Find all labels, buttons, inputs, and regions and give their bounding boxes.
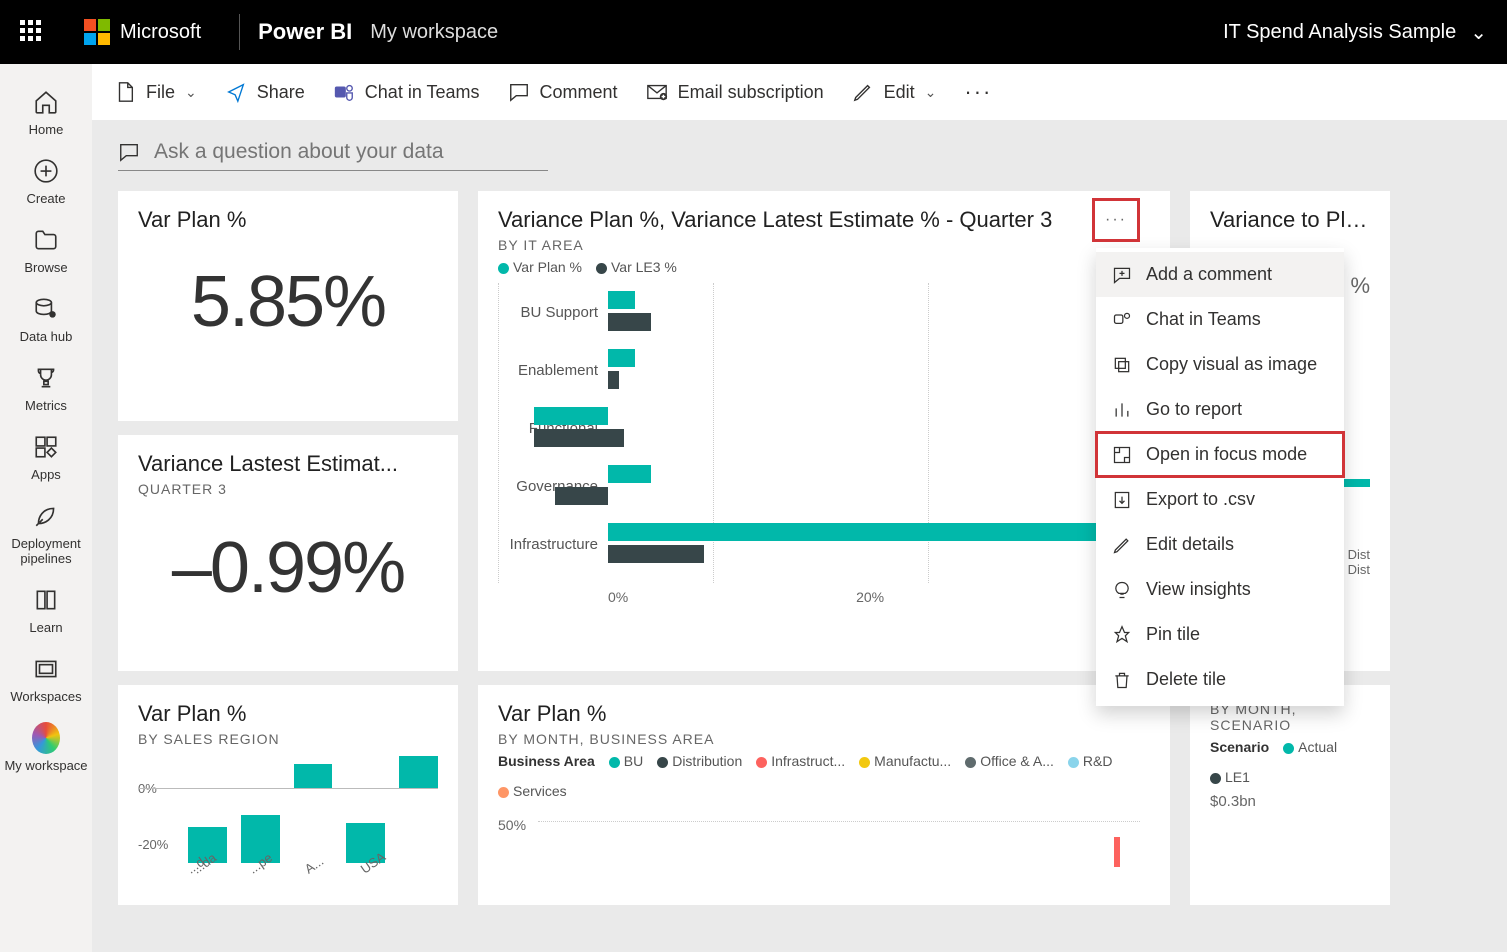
header-divider	[239, 14, 240, 50]
book-icon	[32, 586, 60, 614]
tile-title: Var Plan %	[138, 207, 438, 233]
chevron-down-icon: ⌄	[925, 84, 937, 101]
nav-create[interactable]: Create	[0, 147, 92, 216]
nav-home[interactable]: Home	[0, 78, 92, 147]
more-icon: ···	[1105, 211, 1127, 229]
chart-legend: Business Area BU Distribution Infrastruc…	[498, 753, 1150, 799]
tile-context-menu: Add a comment Chat in Teams Copy visual …	[1096, 248, 1344, 706]
nav-data-hub[interactable]: Data hub	[0, 285, 92, 354]
pin-icon	[1112, 625, 1132, 645]
tile-var-plan-month[interactable]: Var Plan % By Month, Business Area Busin…	[478, 685, 1170, 905]
tile-title: Var Plan %	[498, 701, 1150, 727]
y-axis-label: $0.3bn	[1210, 793, 1370, 810]
tile-var-plan-region[interactable]: Var Plan % By Sales Region 0% -20% ...d …	[118, 685, 458, 905]
kpi-value: 5.85%	[138, 237, 438, 373]
share-button[interactable]: Share	[225, 81, 305, 103]
chevron-down-icon: ⌄	[1470, 20, 1487, 45]
menu-pin-tile[interactable]: Pin tile	[1096, 612, 1344, 657]
tile-kpi-var-le[interactable]: Variance Lastest Estimat... Quarter 3 –0…	[118, 435, 458, 671]
column-chart: 0% -20%	[138, 753, 438, 863]
comment-icon	[508, 81, 530, 103]
pencil-icon	[852, 81, 874, 103]
trophy-icon	[32, 364, 60, 392]
home-icon	[32, 88, 60, 116]
database-icon	[32, 295, 60, 323]
menu-chat-teams[interactable]: Chat in Teams	[1096, 297, 1344, 342]
kpi-value: –0.99%	[138, 503, 438, 639]
product-label[interactable]: Power BI	[258, 19, 352, 45]
nav-browse[interactable]: Browse	[0, 216, 92, 285]
nav-apps[interactable]: Apps	[0, 423, 92, 492]
plus-circle-icon	[32, 157, 60, 185]
share-icon	[225, 81, 247, 103]
qna-input[interactable]	[154, 140, 534, 164]
nav-my-workspace[interactable]: My workspace	[0, 714, 92, 783]
menu-copy-visual[interactable]: Copy visual as image	[1096, 342, 1344, 387]
tile-more-options-button[interactable]: ···	[1092, 198, 1140, 242]
tile-title: Variance Plan %, Variance Latest Estimat…	[498, 207, 1150, 233]
menu-view-insights[interactable]: View insights	[1096, 567, 1344, 612]
copy-icon	[1112, 355, 1132, 375]
comment-icon	[118, 141, 140, 163]
chat-teams-button[interactable]: Chat in Teams	[333, 81, 480, 103]
workspace-breadcrumb[interactable]: My workspace	[370, 21, 498, 44]
tile-title: Var Plan %	[138, 701, 438, 727]
chart-legend: Scenario Actual LE1	[1210, 739, 1370, 785]
menu-delete-tile[interactable]: Delete tile	[1096, 657, 1344, 702]
report-switcher[interactable]: IT Spend Analysis Sample ⌄	[1223, 20, 1487, 45]
teams-icon	[333, 81, 355, 103]
chart-legend: Var Plan % Var LE3 %	[498, 259, 1150, 275]
tile-subtitle: By IT Area	[498, 237, 1150, 253]
lightbulb-icon	[1112, 580, 1132, 600]
brand-label: Microsoft	[120, 21, 201, 44]
nav-deployment[interactable]: Deployment pipelines	[0, 492, 92, 576]
trash-icon	[1112, 670, 1132, 690]
dashboard-canvas: Var Plan % 5.85% Variance Lastest Estima…	[92, 120, 1507, 952]
tile-subtitle: By Sales Region	[138, 731, 438, 747]
email-icon	[646, 81, 668, 103]
apps-icon	[32, 433, 60, 461]
qna-box[interactable]	[118, 138, 548, 171]
app-launcher-icon[interactable]	[20, 20, 44, 44]
tile-title: Variance Lastest Estimat...	[138, 451, 438, 477]
file-icon	[114, 81, 136, 103]
action-bar: File⌄ Share Chat in Teams Comment Email …	[92, 64, 1507, 120]
menu-export-csv[interactable]: Export to .csv	[1096, 477, 1344, 522]
tile-subtitle: By Month, Business Area	[498, 731, 1150, 747]
workspaces-icon	[32, 655, 60, 683]
report-title: IT Spend Analysis Sample	[1223, 21, 1456, 44]
comment-plus-icon	[1112, 265, 1132, 285]
comment-button[interactable]: Comment	[508, 81, 618, 103]
menu-open-focus-mode[interactable]: Open in focus mode	[1096, 432, 1344, 477]
more-actions-button[interactable]: ···	[964, 79, 992, 105]
edit-menu[interactable]: Edit⌄	[852, 81, 937, 103]
tile-subtitle: Quarter 3	[138, 481, 438, 497]
chevron-down-icon: ⌄	[185, 84, 197, 101]
bar-chart-icon	[1112, 400, 1132, 420]
menu-edit-details[interactable]: Edit details	[1096, 522, 1344, 567]
tile-month-scenario[interactable]: By Month, Scenario Scenario Actual LE1 $…	[1190, 685, 1390, 905]
rocket-icon	[32, 502, 60, 530]
menu-go-to-report[interactable]: Go to report	[1096, 387, 1344, 432]
export-icon	[1112, 490, 1132, 510]
tile-variance-it-area[interactable]: Variance Plan %, Variance Latest Estimat…	[478, 191, 1170, 671]
email-sub-button[interactable]: Email subscription	[646, 81, 824, 103]
nav-metrics[interactable]: Metrics	[0, 354, 92, 423]
menu-add-comment[interactable]: Add a comment	[1096, 252, 1344, 297]
left-nav: Home Create Browse Data hub Metrics Apps…	[0, 64, 92, 952]
folder-icon	[32, 226, 60, 254]
nav-workspaces[interactable]: Workspaces	[0, 645, 92, 714]
nav-learn[interactable]: Learn	[0, 576, 92, 645]
avatar	[32, 724, 60, 752]
file-menu[interactable]: File⌄	[114, 81, 197, 103]
tile-title: Variance to Plan, Va	[1210, 207, 1370, 233]
focus-icon	[1112, 445, 1132, 465]
tile-kpi-var-plan[interactable]: Var Plan % 5.85%	[118, 191, 458, 421]
top-header: Microsoft Power BI My workspace IT Spend…	[0, 0, 1507, 64]
pencil-icon	[1112, 535, 1132, 555]
microsoft-logo	[84, 19, 110, 45]
hbar-chart: BU Support Enablement Functional Governa…	[498, 283, 1150, 603]
teams-icon	[1112, 310, 1132, 330]
